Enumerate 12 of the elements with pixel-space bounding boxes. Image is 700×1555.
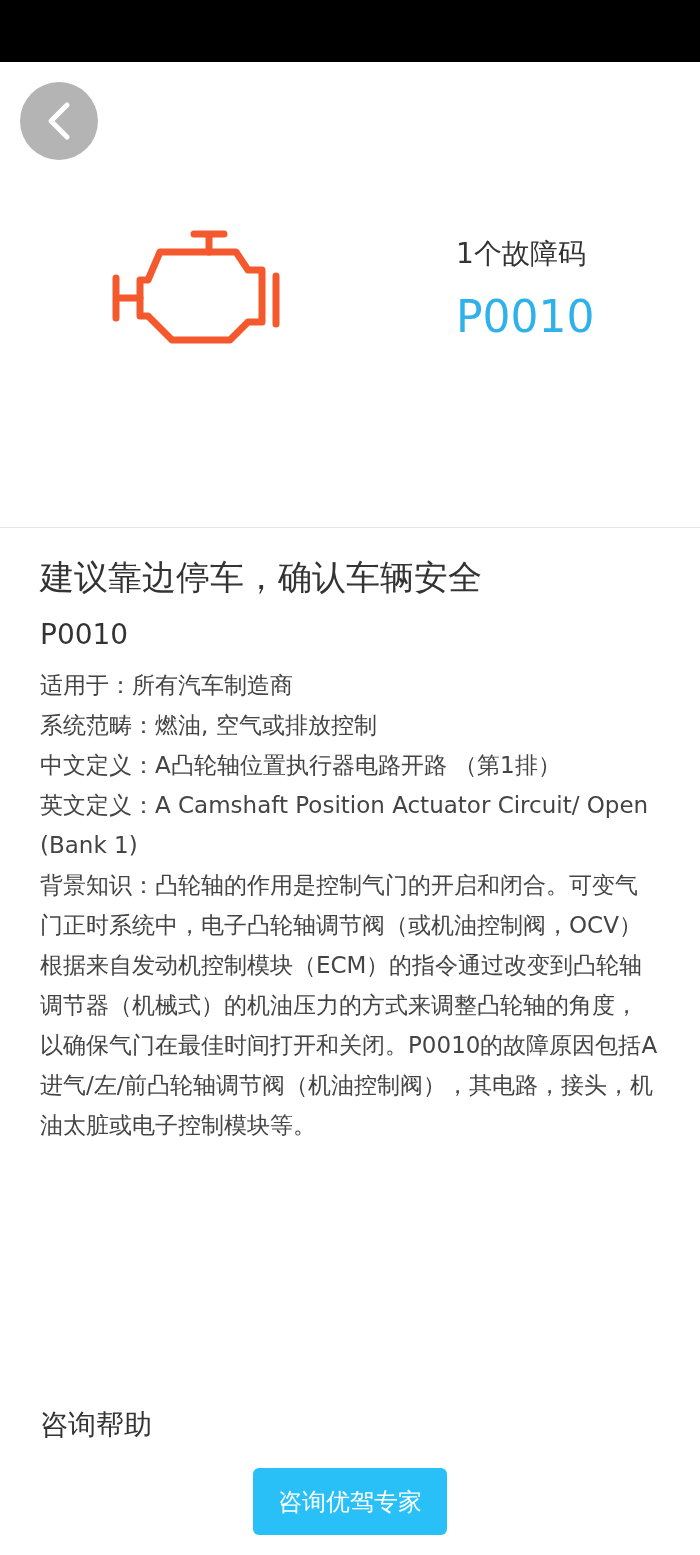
help-heading: 咨询帮助 xyxy=(40,1407,153,1443)
advice-title: 建议靠边停车，确认车辆安全 xyxy=(40,556,483,599)
fault-count: 1个故障码 xyxy=(456,235,587,272)
detail-text: 英文定义：A Camshaft Position Actuator Circuit/ Open (Bank 1) xyxy=(40,791,650,860)
detail-text: 适用于：所有汽车制造商 xyxy=(40,671,294,700)
consult-button[interactable]: 咨询优驾专家 xyxy=(253,1468,447,1535)
detail-text: 中文定义：A凸轮轴位置执行器电路开路 （第1排） xyxy=(40,751,562,780)
engine-icon xyxy=(112,230,280,346)
code-title: P0010 xyxy=(40,618,130,651)
detail-text: 背景知识：凸轮轴的作用是控制气门的开启和闭合。可变气门正时系统中，电子凸轮轴调节阀（或机油控制阀，OCV）根据来自发动机控制模块（ECM）的指令通过改变到凸轮轴调节器（机械式）的机油压力的方式来调整凸轮轴的角度，以确保气门在最佳时间打开和关闭。P0010的故障原因包括A进气/左/前凸轮轴调节阀（机油控制阀），其电路，接头，机油太脏或电子控制模块等。 xyxy=(40,871,659,1140)
fault-code: P0010 xyxy=(456,290,595,342)
detail-text: 系统范畴：燃油, 空气或排放控制 xyxy=(40,711,378,740)
